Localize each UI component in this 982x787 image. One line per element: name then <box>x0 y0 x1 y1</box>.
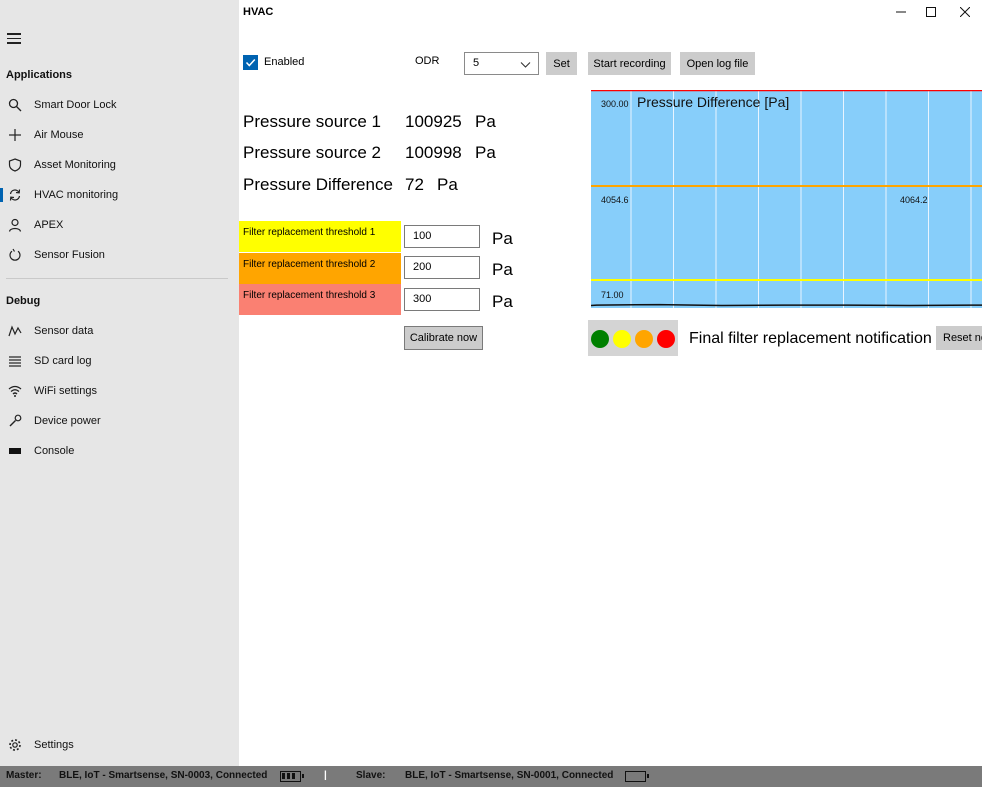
maximize-icon[interactable] <box>914 0 948 24</box>
pressure-source-2-value: 100998 <box>405 143 462 162</box>
threshold-2-input[interactable]: 200 <box>404 256 480 279</box>
pressure-difference-label: Pressure Difference <box>243 175 393 194</box>
sidebar-item-label: Asset Monitoring <box>34 159 116 171</box>
master-label: Master: <box>6 770 42 781</box>
sidebar-item-label: Air Mouse <box>34 129 84 141</box>
reset-notification-button[interactable]: Reset no <box>936 326 982 350</box>
sidebar-item-device-power[interactable]: Device power <box>0 407 239 435</box>
sidebar-item-sensor-fusion[interactable]: Sensor Fusion <box>0 241 239 269</box>
chart-x-label-right: 4064.2 <box>900 195 928 205</box>
search-icon <box>7 97 23 113</box>
threshold-3-label: Filter replacement threshold 3 <box>239 284 401 315</box>
threshold-2-unit: Pa <box>492 260 513 279</box>
threshold-2-label: Filter replacement threshold 2 <box>239 253 401 284</box>
slave-value: BLE, IoT - Smartsense, SN-0001, Connecte… <box>405 770 614 781</box>
sidebar-item-console[interactable]: Console <box>0 437 239 465</box>
threshold-1-input[interactable]: 100 <box>404 225 480 248</box>
wifi-icon <box>7 383 23 399</box>
chart-y-min-label: 71.00 <box>601 290 624 300</box>
sidebar-item-air-mouse[interactable]: Air Mouse <box>0 121 239 149</box>
pressure-source-1-unit: Pa <box>475 112 496 131</box>
status-lights-panel <box>588 320 678 356</box>
sidebar-item-label: APEX <box>34 219 64 231</box>
close-icon[interactable] <box>948 0 982 24</box>
threshold-1-label: Filter replacement threshold 1 <box>239 221 401 252</box>
sidebar-item-smart-door-lock[interactable]: Smart Door Lock <box>0 91 239 119</box>
odr-label: ODR <box>415 55 440 67</box>
sidebar-item-label: Sensor data <box>34 325 94 337</box>
pressure-source-2-label: Pressure source 2 <box>243 143 381 162</box>
start-recording-button[interactable]: Start recording <box>588 52 671 75</box>
chart-y-max-label: 300.00 <box>601 99 629 109</box>
checkmark-icon <box>245 58 256 67</box>
section-header-applications: Applications <box>6 69 73 81</box>
refresh-icon <box>7 187 23 203</box>
sidebar-divider <box>6 278 228 279</box>
list-icon <box>7 353 23 369</box>
sidebar: Applications Smart Door Lock Air Mouse A… <box>0 0 239 766</box>
sidebar-item-asset-monitoring[interactable]: Asset Monitoring <box>0 151 239 179</box>
sidebar-item-sd-card-log[interactable]: SD card log <box>0 347 239 375</box>
orange-light <box>635 330 653 348</box>
final-notification-text: Final filter replacement notification <box>689 330 932 347</box>
pressure-source-1-value: 100925 <box>405 112 462 131</box>
person-icon <box>7 217 23 233</box>
master-battery-icon <box>280 771 304 782</box>
sidebar-item-label: Settings <box>34 739 74 751</box>
section-header-debug: Debug <box>6 295 41 307</box>
sidebar-item-label: Sensor Fusion <box>34 249 105 261</box>
yellow-light <box>613 330 631 348</box>
sidebar-item-sensor-data[interactable]: Sensor data <box>0 317 239 345</box>
sidebar-item-label: Console <box>34 445 75 457</box>
sidebar-item-apex[interactable]: APEX <box>0 211 239 239</box>
threshold-3-input[interactable]: 300 <box>404 288 480 311</box>
plus-icon <box>7 127 23 143</box>
sidebar-item-wifi-settings[interactable]: WiFi settings <box>0 377 239 405</box>
pressure-difference-value: 72 <box>405 175 424 194</box>
slave-battery-icon <box>625 771 649 782</box>
window-title: HVAC <box>243 6 274 18</box>
wrench-icon <box>7 413 23 429</box>
calibrate-now-button[interactable]: Calibrate now <box>404 326 483 350</box>
gear-icon <box>7 737 23 753</box>
hamburger-menu-icon[interactable] <box>7 33 21 45</box>
threshold-3-unit: Pa <box>492 292 513 311</box>
status-separator: | <box>324 770 327 781</box>
chart-x-label-left: 4054.6 <box>601 195 629 205</box>
threshold-1-unit: Pa <box>492 229 513 248</box>
sidebar-item-label: HVAC monitoring <box>34 189 119 201</box>
status-bar: Master: BLE, IoT - Smartsense, SN-0003, … <box>0 766 982 787</box>
master-value: BLE, IoT - Smartsense, SN-0003, Connecte… <box>59 770 268 781</box>
odr-select[interactable]: 5 <box>464 52 539 75</box>
shield-icon <box>7 157 23 173</box>
pressure-source-1-label: Pressure source 1 <box>243 112 381 131</box>
pressure-source-2-unit: Pa <box>475 143 496 162</box>
odr-selected-value: 5 <box>473 57 480 69</box>
minimize-icon[interactable] <box>884 0 918 24</box>
sidebar-item-settings[interactable]: Settings <box>0 731 239 759</box>
pressure-difference-series <box>591 303 982 307</box>
enabled-label: Enabled <box>264 56 305 68</box>
pressure-difference-unit: Pa <box>437 175 458 194</box>
red-light <box>657 330 675 348</box>
chevron-down-icon <box>520 57 531 78</box>
sidebar-item-hvac-monitoring[interactable]: HVAC monitoring <box>0 181 239 209</box>
set-button[interactable]: Set <box>546 52 577 75</box>
sidebar-item-label: Smart Door Lock <box>34 99 117 111</box>
sidebar-item-label: SD card log <box>34 355 92 367</box>
green-light <box>591 330 609 348</box>
power-icon <box>7 247 23 263</box>
sidebar-item-label: WiFi settings <box>34 385 97 397</box>
open-log-file-button[interactable]: Open log file <box>680 52 755 75</box>
slave-label: Slave: <box>356 770 386 781</box>
enabled-checkbox[interactable] <box>243 55 258 70</box>
console-icon <box>7 443 23 459</box>
signal-icon <box>7 323 23 339</box>
sidebar-item-label: Device power <box>34 415 101 427</box>
chart-title: Pressure Difference [Pa] <box>637 94 790 110</box>
